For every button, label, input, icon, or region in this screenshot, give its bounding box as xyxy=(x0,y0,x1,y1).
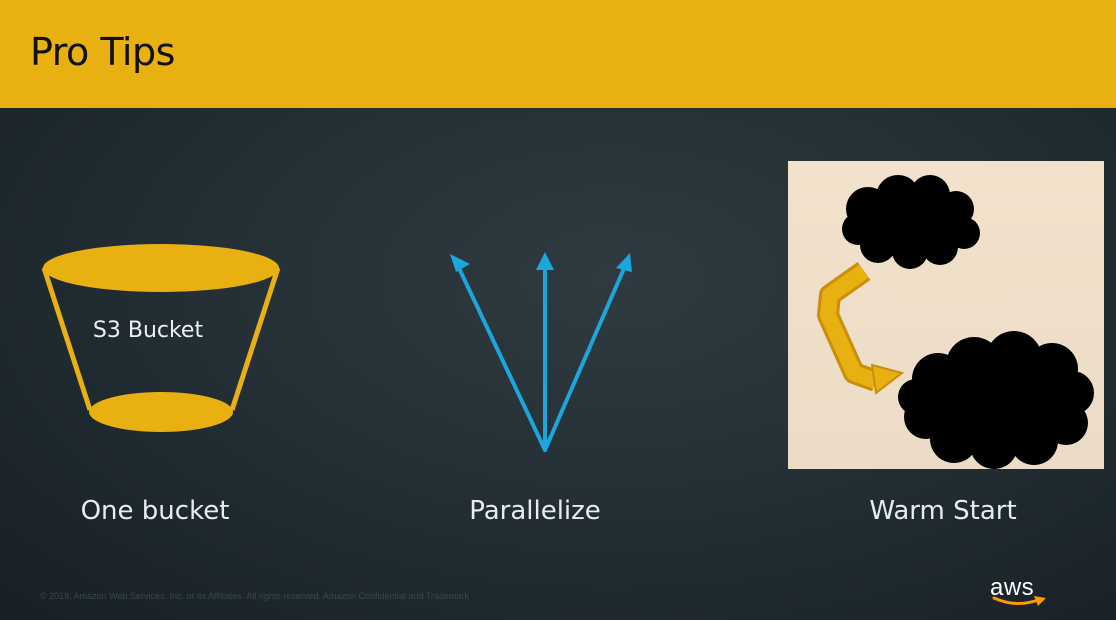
copyright-footer: © 2019, Amazon Web Services, Inc. or its… xyxy=(40,591,470,601)
tip-caption-one-bucket: One bucket xyxy=(80,496,230,526)
parallel-arrows-icon xyxy=(450,252,632,452)
bucket-label: S3 Bucket xyxy=(92,318,204,343)
slide: Pro Tips S3 Bucket One bucket Paralleliz… xyxy=(0,0,1116,620)
header-bar: Pro Tips xyxy=(0,0,1116,108)
curved-arrow-icon xyxy=(817,262,905,395)
large-cloud-icon xyxy=(898,331,1094,469)
warm-start-panel xyxy=(788,161,1104,469)
aws-smile-icon xyxy=(992,596,1046,606)
warm-start-clouds-icon xyxy=(817,175,1094,469)
aws-logo: aws xyxy=(990,574,1046,606)
page-title: Pro Tips xyxy=(30,30,175,74)
small-cloud-icon xyxy=(842,175,980,269)
tip-caption-warm-start: Warm Start xyxy=(869,496,1017,526)
tip-caption-parallelize: Parallelize xyxy=(469,496,601,526)
